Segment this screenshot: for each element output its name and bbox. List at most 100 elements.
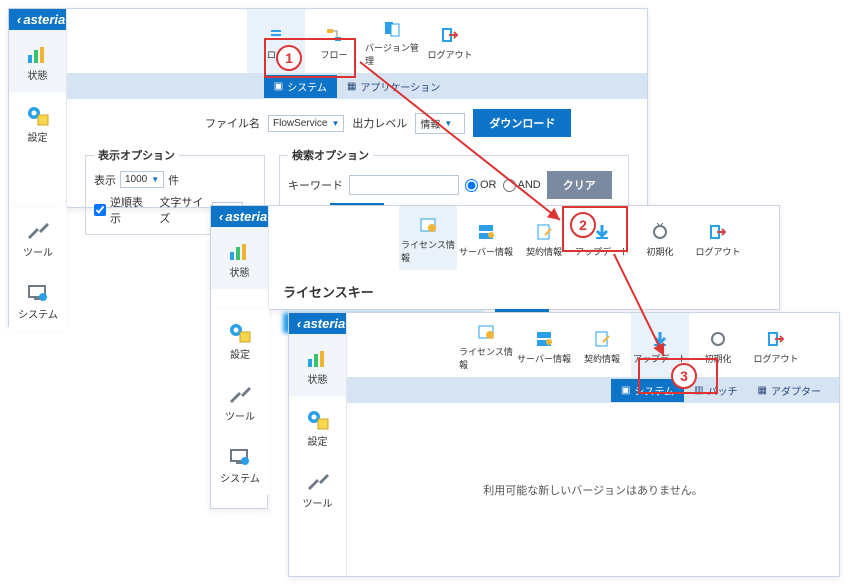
level-label: 出力レベル [352, 115, 407, 131]
clear-button[interactable]: クリア [547, 171, 612, 199]
topnav-p3: ライセンス情報 サーバー情報 契約情報 アップデート 初期化 ログアウト [347, 313, 839, 377]
tab-license-p3[interactable]: ライセンス情報 [457, 313, 515, 377]
server-icon [472, 219, 500, 245]
sidebar-p3: asteria 状態 設定 ツール [289, 313, 347, 576]
license-icon [414, 212, 442, 238]
search-legend: 検索オプション [288, 147, 373, 163]
download-button[interactable]: ダウンロード [473, 109, 571, 137]
license-key-title: ライセンスキー [283, 282, 765, 301]
wrench-icon [304, 469, 332, 495]
sidebar-item-label: ツール [23, 244, 53, 259]
sidebar-item-status-p3[interactable]: 状態 [289, 334, 346, 396]
level-select[interactable]: 情報 [415, 113, 465, 134]
sidebar-item-label: ツール [225, 408, 255, 423]
rows-select[interactable]: 1000 [120, 171, 164, 188]
contract-icon [530, 219, 558, 245]
sidebar-item-tool-p3[interactable]: ツール [289, 458, 346, 520]
sidebar-item-label: システム [18, 306, 58, 321]
annotation-badge-2: 2 [570, 212, 596, 238]
sidebar-item-settings-p3[interactable]: 設定 [289, 396, 346, 458]
sidebar-item-status-p2[interactable]: 状態 [211, 227, 268, 289]
sidebar-item-status[interactable]: 状態 [9, 30, 66, 92]
subtab-bar-p3: ▣システム ▥パッチ ▦アダプター [347, 377, 839, 403]
init-icon [646, 219, 674, 245]
update-icon [646, 326, 674, 352]
tab-server-p3[interactable]: サーバー情報 [515, 313, 573, 377]
rows-suffix: 件 [168, 172, 179, 188]
file-select[interactable]: FlowService [268, 115, 344, 132]
gear-doc-icon [226, 320, 254, 346]
keyword-label: キーワード [288, 177, 343, 193]
tn-label: バージョン管理 [365, 41, 419, 67]
license-icon [472, 319, 500, 345]
monitor-gear-icon [24, 280, 52, 306]
wrench-icon [226, 382, 254, 408]
tn-label: ライセンス情報 [401, 238, 455, 264]
init-icon [704, 326, 732, 352]
brand-logo-3: asteria [289, 313, 346, 334]
brand-logo: asteria [9, 9, 66, 30]
tab-contract-p3[interactable]: 契約情報 [573, 313, 631, 377]
annotation-badge-1: 1 [276, 45, 302, 71]
brand-logo-2: asteria [211, 206, 268, 227]
bars-icon [226, 238, 254, 264]
display-options-legend: 表示オプション [94, 147, 179, 163]
sidebar-item-settings[interactable]: 設定 [9, 92, 66, 154]
sidebar-item-label: 設定 [230, 346, 250, 361]
logout-icon [762, 326, 790, 352]
sidebar-item-label: 状態 [308, 371, 328, 386]
server-icon [530, 326, 558, 352]
and-label: AND [518, 179, 541, 191]
tab-init-p2[interactable]: 初期化 [631, 206, 689, 270]
version-icon [378, 15, 406, 41]
radio-and[interactable] [503, 179, 516, 192]
subtab-bar-p1: ▣システム ▦アプリケーション [67, 73, 647, 99]
or-label: OR [480, 179, 497, 191]
tab-logout-p3[interactable]: ログアウト [747, 313, 805, 377]
sidebar-item-system-p2[interactable]: システム [211, 433, 269, 495]
gear-doc-icon [304, 407, 332, 433]
tn-label: サーバー情報 [517, 352, 571, 365]
subtab-adapter-p3[interactable]: ▦アダプター [748, 379, 831, 402]
sidebar-item-system-p1[interactable]: システム [9, 269, 67, 331]
keyword-input[interactable] [349, 175, 459, 195]
sidebar-item-tool-p2[interactable]: ツール [211, 371, 269, 433]
sidebar-item-label: 設定 [28, 129, 48, 144]
tn-label: ログアウト [695, 245, 740, 258]
app-icon: ▦ [347, 81, 356, 92]
sidebar-item-label: ツール [303, 495, 333, 510]
sidebar-item-settings-p2[interactable]: 設定 [211, 309, 269, 371]
system-icon: ▣ [274, 81, 283, 92]
contract-icon [588, 326, 616, 352]
bars-icon [24, 41, 52, 67]
file-label: ファイル名 [205, 115, 260, 131]
radio-or[interactable] [465, 179, 478, 192]
tn-label: 契約情報 [526, 245, 562, 258]
bars-icon [304, 345, 332, 371]
gear-doc-icon [24, 103, 52, 129]
tab-version[interactable]: バージョン管理 [363, 9, 421, 73]
monitor-gear-icon [226, 444, 254, 470]
annotation-badge-3: 3 [671, 363, 697, 389]
tab-server-p2[interactable]: サーバー情報 [457, 206, 515, 270]
topnav-p2: ライセンス情報 サーバー情報 契約情報 アップデート 初期化 ログアウト [269, 206, 779, 270]
sidebar-item-label: システム [220, 470, 260, 485]
logout-icon [704, 219, 732, 245]
sidebar-item-label: 状態 [28, 67, 48, 82]
tab-license-p2[interactable]: ライセンス情報 [399, 206, 457, 270]
logout-icon [436, 22, 464, 48]
sidebar-p1: asteria 状態 設定 [9, 9, 67, 235]
tn-label: ライセンス情報 [459, 345, 513, 371]
tn-label: 契約情報 [584, 352, 620, 365]
tab-logout-p2[interactable]: ログアウト [689, 206, 747, 270]
sidebar-item-label: 設定 [308, 433, 328, 448]
tn-label: 初期化 [646, 245, 673, 258]
tab-logout-p1[interactable]: ログアウト [421, 9, 479, 73]
update-empty-message: 利用可能な新しいバージョンはありません。 [483, 482, 702, 498]
tn-label: ログアウト [753, 352, 798, 365]
wrench-icon [24, 218, 52, 244]
tn-label: ログアウト [427, 48, 472, 61]
tn-label: サーバー情報 [459, 245, 513, 258]
sidebar-item-tool-p1[interactable]: ツール [9, 207, 67, 269]
topnav-p1: ログ フロー バージョン管理 ログアウト [67, 9, 647, 73]
